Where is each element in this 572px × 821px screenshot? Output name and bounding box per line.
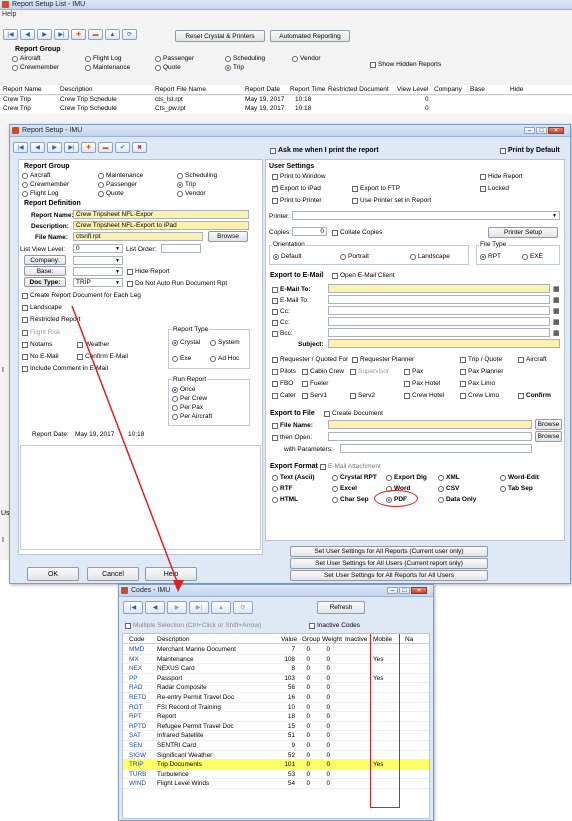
- annotation-arrow: [71, 305, 184, 592]
